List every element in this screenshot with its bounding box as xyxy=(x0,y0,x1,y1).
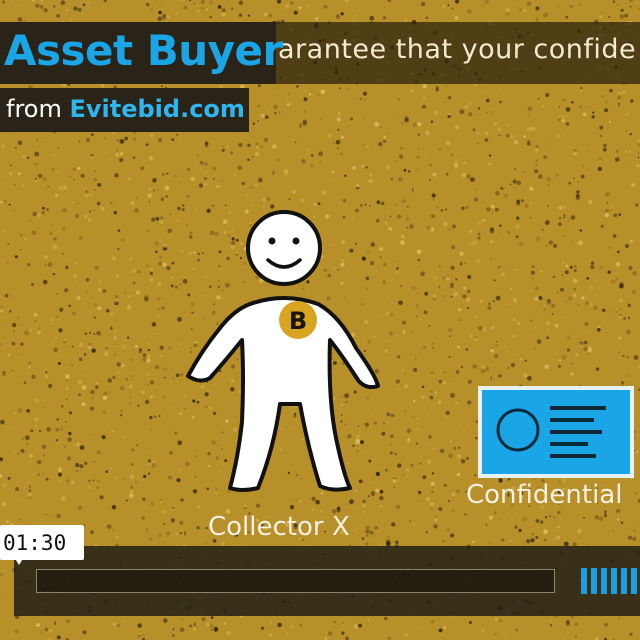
brand-subtitle: from Evitebid.com xyxy=(6,95,245,123)
figure-head xyxy=(246,210,322,286)
volume-bar xyxy=(611,568,617,594)
progress-track[interactable] xyxy=(36,569,555,593)
figure-label: Collector X xyxy=(208,512,350,542)
caption-text: arantee that your confide xyxy=(278,34,637,65)
brand-from-prefix: from xyxy=(6,95,70,123)
brand-domain-link[interactable]: Evitebid.com xyxy=(69,95,244,123)
collector-figure: B xyxy=(186,210,380,492)
volume-bar xyxy=(601,568,607,594)
figure-left-eye xyxy=(268,237,276,245)
time-readout: 01:30 xyxy=(3,531,67,555)
card-line xyxy=(550,418,594,422)
volume-bar xyxy=(581,568,587,594)
card-line xyxy=(550,406,606,410)
volume-bar xyxy=(591,568,597,594)
figure-right-eye xyxy=(292,237,300,245)
card-line xyxy=(550,430,602,434)
card-label: Confidential xyxy=(466,480,623,510)
card-line xyxy=(550,442,588,446)
card-line xyxy=(550,454,596,458)
volume-meter[interactable] xyxy=(581,568,637,594)
brand-title: Asset Buyer xyxy=(4,26,283,75)
video-stage[interactable]: arantee that your confide Asset Buyer fr… xyxy=(0,0,640,640)
time-tooltip-pointer xyxy=(14,557,24,565)
confidential-card-icon xyxy=(478,386,634,478)
volume-bar xyxy=(621,568,627,594)
volume-bar xyxy=(631,568,637,594)
figure-badge-letter: B xyxy=(289,307,307,335)
